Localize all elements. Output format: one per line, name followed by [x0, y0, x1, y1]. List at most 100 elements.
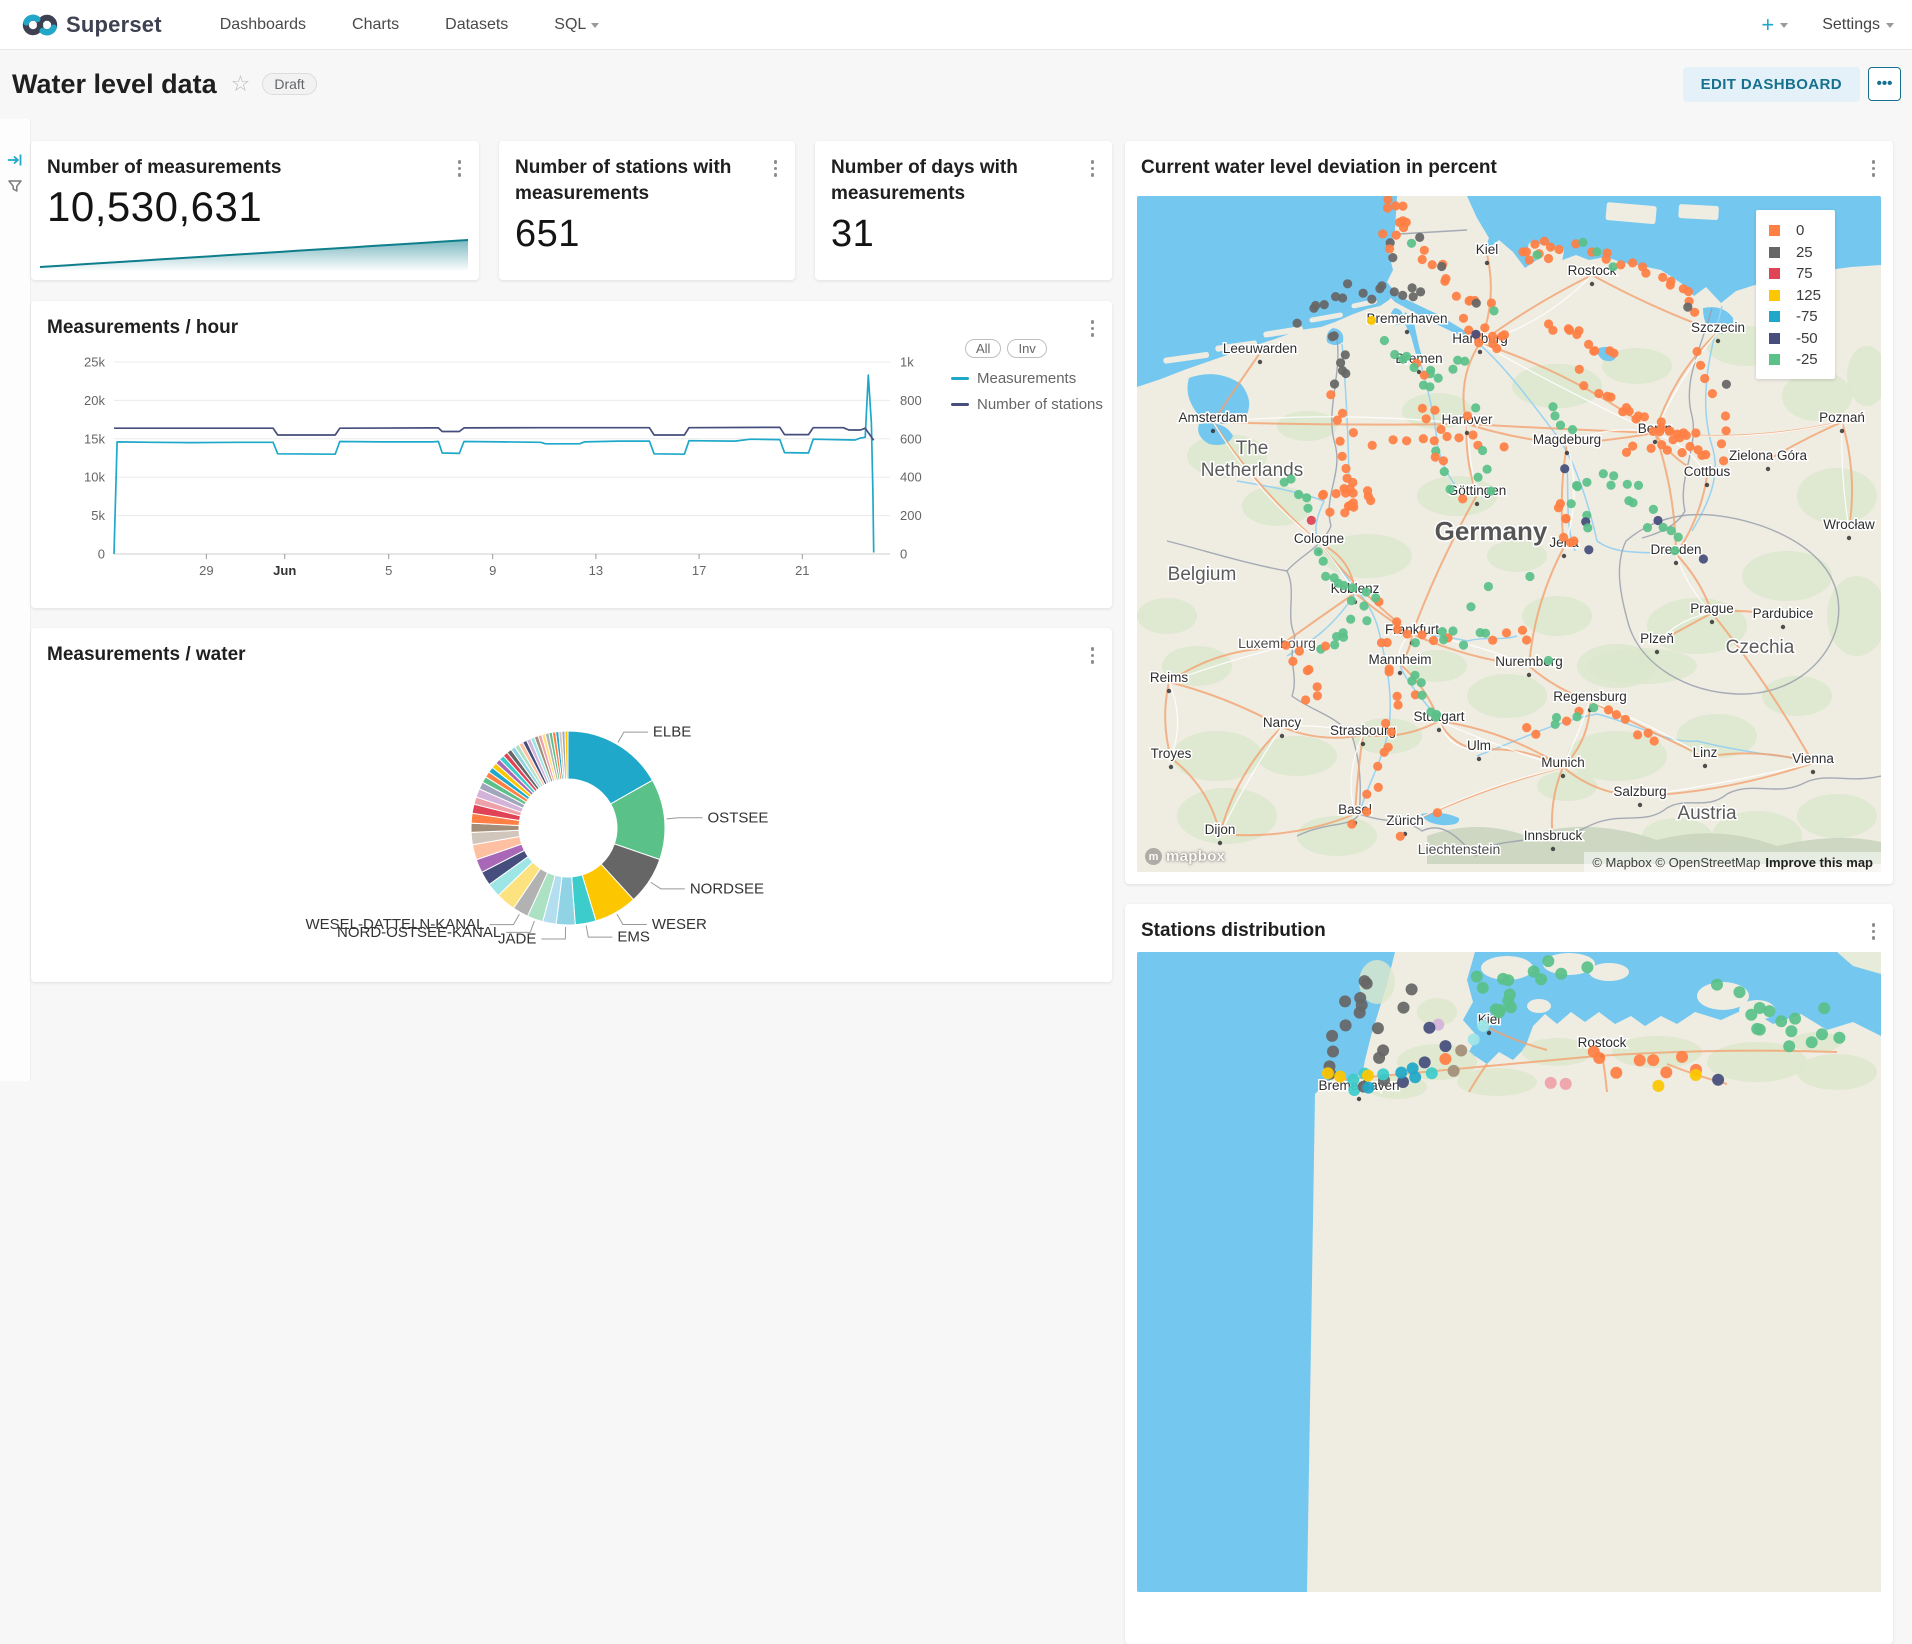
station-dots-navy-right [1712, 1074, 1724, 1086]
chart-options-icon[interactable] [772, 158, 780, 179]
dashboard-header: Water level data ☆ Draft EDIT DASHBOARD … [0, 50, 1912, 118]
chart-card-number-of-days: Number of days with measurements 31 [815, 141, 1112, 280]
map-city-label: Göttingen [1448, 483, 1507, 498]
plus-icon: + [1761, 12, 1774, 38]
map-city-label: Bremerhaven [1366, 311, 1447, 326]
svg-text:200: 200 [900, 508, 922, 523]
map-city-label: Salzburg [1613, 784, 1666, 799]
chart-options-icon[interactable] [1870, 158, 1878, 179]
svg-text:15k: 15k [84, 431, 105, 446]
legend-label: 125 [1796, 287, 1821, 304]
map-legend-item: -25 [1769, 349, 1821, 371]
map-city-label: Amsterdam [1178, 410, 1247, 425]
kpi-value: 10,530,631 [47, 183, 262, 231]
chart-options-icon[interactable] [456, 158, 464, 179]
legend-item[interactable]: Number of stations [951, 396, 1111, 413]
legend-swatch [1769, 247, 1780, 258]
map-city-label: Kiel [1476, 242, 1499, 257]
map-legend: 02575125-75-50-25 [1756, 210, 1835, 379]
chart-title: Current water level deviation in percent [1141, 155, 1849, 181]
legend-label: -75 [1796, 308, 1818, 325]
map-legend-item: -50 [1769, 328, 1821, 350]
stations-map[interactable]: KielRostockBremerhaven [1137, 952, 1881, 1592]
svg-text:9: 9 [489, 563, 496, 578]
svg-text:5k: 5k [91, 508, 105, 523]
favorite-star-icon[interactable]: ☆ [231, 71, 251, 97]
new-item-button[interactable]: + [1761, 12, 1788, 38]
chart-card-number-of-stations: Number of stations with measurements 651 [499, 141, 795, 280]
map-city-label: Szczecin [1691, 320, 1745, 335]
navbar-item-charts[interactable]: Charts [352, 16, 399, 34]
legend-item[interactable]: Measurements [951, 370, 1111, 387]
map-city-label: Vienna [1792, 751, 1834, 766]
map-city-label: Troyes [1151, 746, 1192, 761]
map-city-label: Luxembourg [1238, 635, 1316, 651]
navbar: Superset Dashboards Charts Datasets SQL + S… [0, 0, 1912, 50]
infinity-logo-icon [22, 11, 58, 39]
navbar-item-label: Dashboards [220, 16, 306, 34]
deviation-map[interactable]: LeeuwardenAmsterdamTheNetherlandsBelgium… [1137, 196, 1881, 872]
navbar-item-sql[interactable]: SQL [554, 16, 599, 34]
navbar-right: + Settings [1761, 12, 1894, 38]
station-dots-oder-gray [1722, 380, 1731, 389]
station-dots-szczecin-gray [1683, 303, 1692, 312]
chart-title: Number of days with measurements [831, 155, 1068, 207]
svg-text:13: 13 [589, 563, 603, 578]
map-legend-item: -75 [1769, 306, 1821, 328]
map-legend-item: 125 [1769, 285, 1821, 307]
legend-button-inv[interactable]: Inv [1007, 339, 1046, 358]
chart-card-stations-distribution: Stations distribution KielRostockBremerh… [1125, 904, 1893, 1644]
map-city-label: Prague [1690, 601, 1734, 616]
map-city-label: Poznań [1819, 410, 1865, 425]
svg-text:10k: 10k [84, 470, 105, 485]
svg-text:29: 29 [199, 563, 213, 578]
navbar-item-dashboards[interactable]: Dashboards [220, 16, 306, 34]
svg-text:WESER: WESER [652, 916, 707, 933]
chart-options-icon[interactable] [1870, 921, 1878, 942]
chart-title: Number of measurements [47, 155, 435, 181]
map-city-label: Czechia [1726, 637, 1795, 658]
map-canvas: KielRostockBremerhaven [1137, 952, 1881, 1592]
legend-button-all[interactable]: All [965, 339, 1001, 358]
svg-text:21: 21 [795, 563, 809, 578]
navbar-menu: Dashboards Charts Datasets SQL [220, 16, 600, 34]
donut-chart: ELBEOSTSEENORDSEEWESEREMSJADENORD-OSTSEE… [31, 628, 1112, 982]
timeseries-chart: 005k20010k40015k60020k80025k1k29Jun59131… [31, 301, 1112, 608]
map-city-label: Rostock [1578, 1035, 1627, 1050]
chart-card-water-level-deviation: Current water level deviation in percent… [1125, 141, 1893, 884]
svg-text:0: 0 [900, 547, 907, 562]
chart-options-icon[interactable] [1089, 158, 1097, 179]
map-city-label: Plzeň [1640, 631, 1674, 646]
page-title: Water level data [12, 69, 217, 100]
legend-swatch [1769, 333, 1780, 344]
superset-logo[interactable]: Superset [22, 11, 162, 39]
improve-map-link[interactable]: Improve this map [1765, 855, 1873, 870]
map-city-label: Liechtenstein [1418, 841, 1501, 857]
svg-text:EMS: EMS [617, 929, 650, 946]
station-dots-west-singles-orange [1439, 1053, 1451, 1065]
map-city-label: Austria [1677, 803, 1737, 824]
navbar-item-datasets[interactable]: Datasets [445, 16, 508, 34]
map-city-label: Regensburg [1553, 689, 1627, 704]
expand-filter-bar-icon[interactable] [0, 147, 30, 173]
chevron-down-icon [1780, 23, 1788, 28]
svg-text:20k: 20k [84, 393, 105, 408]
map-city-label: Pardubice [1753, 606, 1814, 621]
legend-label: Number of stations [977, 396, 1103, 413]
chart-legend: All Inv Measurements Number of stations [951, 339, 1111, 422]
status-badge: Draft [262, 73, 316, 95]
edit-dashboard-button[interactable]: EDIT DASHBOARD [1683, 67, 1860, 102]
map-city-label: Cottbus [1684, 464, 1731, 479]
map-city-label: Reims [1150, 670, 1189, 685]
kpi-value: 31 [831, 213, 874, 256]
svg-text:NORDSEE: NORDSEE [690, 880, 764, 897]
mapbox-logo[interactable]: m mapbox [1145, 847, 1225, 866]
legend-swatch [1769, 268, 1780, 279]
map-city-label: Germany [1435, 516, 1548, 546]
dashboard-more-button[interactable]: ••• [1868, 67, 1901, 101]
chart-card-measurements-per-water: Measurements / water ELBEOSTSEENORDSEEWE… [31, 628, 1112, 982]
filter-funnel-icon[interactable] [0, 173, 30, 199]
settings-menu[interactable]: Settings [1822, 16, 1894, 34]
settings-label: Settings [1822, 16, 1880, 34]
map-city-label: Magdeburg [1533, 432, 1601, 447]
